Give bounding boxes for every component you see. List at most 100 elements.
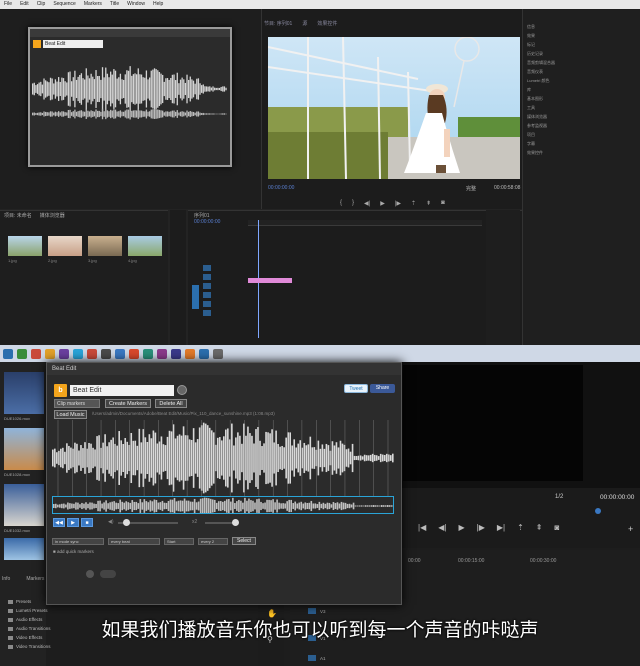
taskbar-app-icon[interactable] (31, 348, 41, 359)
menu-item[interactable]: Title (110, 0, 119, 9)
tab-source[interactable]: 源 (302, 20, 307, 27)
playhead-indicator[interactable] (595, 508, 601, 514)
track-header[interactable] (198, 265, 246, 272)
panel-menu-item[interactable]: Lumetri 颜色 (527, 78, 549, 84)
every-select[interactable]: every 2 (198, 537, 228, 545)
taskbar-app-icon[interactable] (199, 348, 209, 359)
timeline-ruler[interactable] (248, 220, 482, 226)
project-thumbnail[interactable] (48, 236, 82, 256)
lift-icon[interactable]: ⇡ (411, 200, 416, 207)
toggle-switch[interactable] (100, 570, 116, 578)
taskbar-app-icon[interactable] (115, 348, 125, 359)
mark-out-icon[interactable]: } (352, 200, 354, 207)
info-icon[interactable] (177, 385, 187, 395)
menu-item[interactable]: Edit (20, 0, 29, 9)
clip-thumbnail[interactable] (4, 538, 44, 560)
panel-menu-item[interactable]: 参考监视器 (527, 123, 547, 129)
add-button-icon[interactable]: + (628, 524, 633, 534)
track-toggle[interactable] (308, 655, 316, 661)
share-button[interactable]: Share (370, 384, 395, 393)
timeline-ruler-bottom[interactable]: 00:00 00:00:15:00 00:00:30:00 (400, 556, 640, 566)
project-thumbnail[interactable] (8, 236, 42, 256)
waveform-main[interactable] (52, 420, 394, 496)
timeline-title[interactable]: 序列01 (194, 212, 210, 219)
panel-menu-item[interactable]: 历史记录 (527, 51, 543, 57)
play-icon[interactable]: ▶ (380, 200, 385, 207)
export-frame-icon[interactable]: ◙ (555, 523, 560, 532)
tab-info[interactable]: Info (2, 576, 10, 582)
step-back-icon[interactable]: ◀| (364, 200, 370, 207)
waveform-small[interactable] (32, 64, 227, 114)
mark-in-icon[interactable]: |◀ (418, 523, 426, 532)
waveform-overview[interactable] (52, 496, 394, 514)
load-music-button[interactable]: Load Music (54, 410, 87, 419)
delete-all-button[interactable]: Delete All (155, 399, 187, 408)
project-thumbnail[interactable] (88, 236, 122, 256)
volume-slider-knob[interactable] (123, 519, 130, 526)
panel-menu-item[interactable]: 工具 (527, 105, 535, 111)
start-select[interactable]: Start (164, 537, 194, 545)
menu-item[interactable]: Window (127, 0, 145, 9)
create-markers-button[interactable]: Create Markers (105, 399, 151, 408)
taskbar-app-icon[interactable] (157, 348, 167, 359)
resolution-select[interactable]: 1/2 (555, 494, 563, 500)
speed-slider[interactable] (205, 522, 235, 524)
mark-in-icon[interactable]: { (340, 200, 342, 207)
taskbar-app-icon[interactable] (213, 348, 223, 359)
export-frame-icon[interactable]: ◙ (441, 200, 445, 207)
menu-item[interactable]: File (4, 0, 12, 9)
tab-media-browser[interactable]: 媒体浏览器 (40, 212, 65, 219)
panel-menu-item[interactable]: 信息 (527, 24, 535, 30)
tab-effect-controls[interactable]: 效果控件 (317, 20, 337, 27)
go-out-icon[interactable]: ▶| (497, 523, 505, 532)
panel-menu-item[interactable]: 音频剪辑混合器 (527, 60, 555, 66)
menu-item[interactable]: Markers (84, 0, 102, 9)
play-icon[interactable]: ▶ (458, 523, 464, 532)
extract-icon[interactable]: ⇞ (536, 523, 543, 532)
timeline-timecode[interactable]: 00:00:00:00 (194, 219, 220, 225)
quick-markers-checkbox[interactable]: ■ add quick markers (53, 549, 94, 554)
taskbar-app-icon[interactable] (87, 348, 97, 359)
taskbar-app-icon[interactable] (59, 348, 69, 359)
taskbar-app-icon[interactable] (185, 348, 195, 359)
track-header[interactable] (198, 283, 246, 290)
taskbar-app-icon[interactable] (101, 348, 111, 359)
panel-menu-item[interactable]: 媒体浏览器 (527, 114, 547, 120)
tab-markers[interactable]: Markers (26, 576, 44, 582)
clip-thumbnail[interactable] (4, 428, 44, 470)
lift-icon[interactable]: ⇡ (517, 523, 524, 532)
play-button[interactable]: ▶ (67, 518, 79, 527)
rewind-button[interactable]: ◀◀ (53, 518, 65, 527)
help-icon[interactable] (86, 570, 94, 578)
clip-thumbnail[interactable] (4, 372, 44, 414)
taskbar-app-icon[interactable] (3, 348, 13, 359)
dialog-titlebar[interactable]: Beat Edit (47, 363, 401, 375)
project-thumbnail[interactable] (128, 236, 162, 256)
waveform-overview-small[interactable] (32, 108, 227, 120)
panel-menu-item[interactable]: 库 (527, 87, 531, 93)
clip-thumbnail[interactable] (4, 484, 44, 526)
track-header[interactable] (198, 274, 246, 281)
taskbar-app-icon[interactable] (45, 348, 55, 359)
menu-item[interactable]: Help (153, 0, 163, 9)
track-header[interactable] (198, 292, 246, 299)
panel-menu-item[interactable]: 字幕 (527, 141, 535, 147)
timeline-clip[interactable] (248, 278, 292, 283)
panel-menu-item[interactable]: 标记 (527, 42, 535, 48)
step-back-icon[interactable]: ◀| (438, 523, 446, 532)
mode-select[interactable]: in mode sync (52, 537, 104, 545)
extract-icon[interactable]: ⇞ (426, 200, 431, 207)
tab-project[interactable]: 项目: 未命名 (4, 212, 32, 219)
panel-menu-item[interactable]: 效果 (527, 33, 535, 39)
panel-menu-item[interactable]: 基本图形 (527, 96, 543, 102)
taskbar-app-icon[interactable] (129, 348, 139, 359)
taskbar-app-icon[interactable] (17, 348, 27, 359)
panel-menu-item[interactable]: 音频仪表 (527, 69, 543, 75)
select-button[interactable]: Select (232, 537, 256, 545)
menu-item[interactable]: Clip (37, 0, 46, 9)
speed-slider-knob[interactable] (232, 519, 239, 526)
marker-type-select[interactable]: Clip markers (54, 399, 100, 408)
panel-menu-item[interactable]: 项目 (527, 132, 535, 138)
program-timecode[interactable]: 00:00:00:00 (268, 185, 294, 191)
effects-folder[interactable]: Presets (8, 599, 31, 604)
